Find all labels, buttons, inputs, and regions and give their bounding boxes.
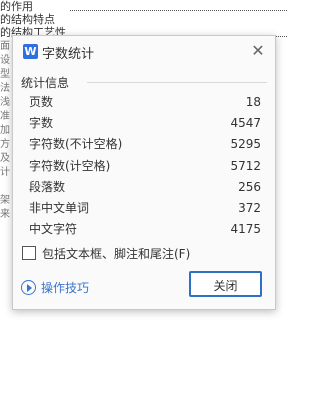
stat-label: 页数	[29, 95, 54, 109]
section-divider	[87, 82, 267, 83]
word-count-dialog: W 字数统计 ✕ 统计信息 页数 18 字数 4547 字符数(不计空格) 52…	[12, 35, 276, 310]
play-circle-icon[interactable]	[21, 280, 36, 295]
include-textbox-footnote-label[interactable]: 包括文本框、脚注和尾注(F)	[42, 245, 190, 262]
stat-value: 5712	[230, 158, 261, 173]
wps-writer-icon: W	[23, 44, 38, 59]
stats-list: 页数 18 字数 4547 字符数(不计空格) 5295 字符数(计空格) 57…	[29, 92, 261, 240]
doc-line: 的作用	[0, 0, 33, 13]
stat-value: 18	[245, 95, 261, 109]
doc-line: 的结构特点	[0, 13, 55, 26]
dialog-titlebar[interactable]: W 字数统计 ✕	[13, 36, 275, 66]
close-icon[interactable]: ✕	[249, 42, 267, 60]
stat-row-chars-with-spaces: 字符数(计空格) 5712	[29, 156, 261, 177]
stat-label: 字符数(计空格)	[29, 158, 111, 173]
stat-row-chars-no-spaces: 字符数(不计空格) 5295	[29, 134, 261, 155]
stat-row-chinese-chars: 中文字符 4175	[29, 219, 261, 240]
stat-label: 字数	[29, 116, 54, 131]
include-textbox-footnote-checkbox[interactable]	[22, 246, 36, 260]
stat-value: 5295	[230, 137, 261, 152]
close-button[interactable]: 关闭	[189, 271, 262, 297]
stat-label: 段落数	[29, 179, 66, 194]
stat-row-words: 字数 4547	[29, 113, 261, 134]
stat-value: 4175	[230, 222, 261, 237]
doc-dot-leader	[70, 10, 287, 12]
stat-row-non-chinese-words: 非中文单词 372	[29, 198, 261, 219]
stat-value: 256	[238, 179, 261, 194]
tips-link[interactable]: 操作技巧	[41, 279, 89, 296]
stat-label: 非中文单词	[29, 200, 90, 215]
stat-value: 4547	[230, 116, 261, 131]
stat-label: 中文字符	[29, 222, 78, 237]
dialog-title: 字数统计	[42, 47, 95, 62]
stat-row-pages: 页数 18	[29, 92, 261, 113]
stat-row-paragraphs: 段落数 256	[29, 177, 261, 198]
stat-label: 字符数(不计空格)	[29, 137, 123, 152]
stat-value: 372	[238, 200, 261, 215]
section-label: 统计信息	[21, 76, 70, 90]
